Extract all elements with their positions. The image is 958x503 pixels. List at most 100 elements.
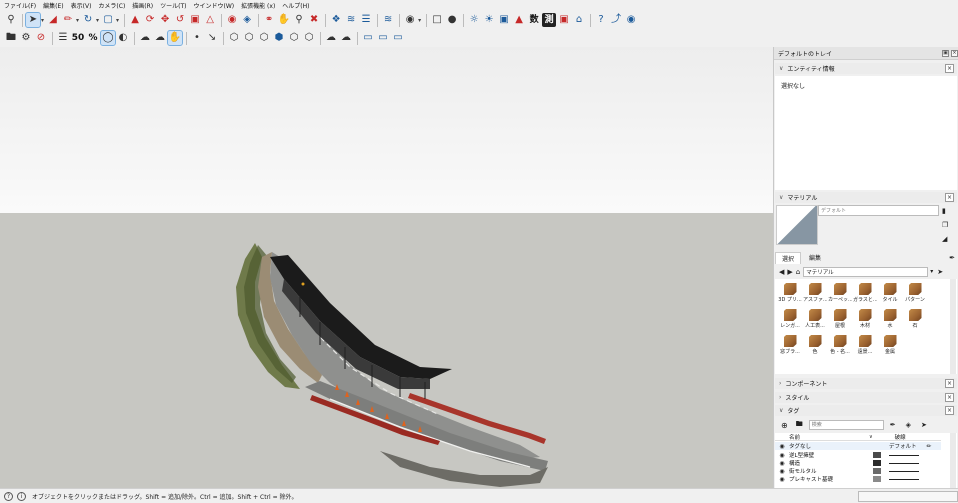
plugin-lightbulb-icon[interactable]: ☀ [482,13,496,27]
entity-info-header[interactable]: ∨ エンティティ情報 × [775,63,957,74]
materials-close-icon[interactable]: × [945,193,954,202]
plugin-export-icon[interactable]: ▲ [512,13,526,27]
eye-icon[interactable]: ◉ [775,468,789,475]
offset-icon[interactable]: △ [203,13,217,27]
menu-help[interactable]: ヘルプ(H) [282,1,309,10]
material-scrollbar[interactable] [950,279,956,374]
plugin-save-icon[interactable]: ▣ [497,13,511,27]
back-icon[interactable]: ◀ [779,268,784,276]
dash-pattern[interactable] [889,454,919,456]
follow-me-icon[interactable]: ⟳ [143,13,157,27]
tags-header[interactable]: ∨ タグ × [775,405,957,416]
extension-warehouse-icon[interactable]: ≋ [344,13,358,27]
move-icon[interactable]: ✥ [158,13,172,27]
scale-icon[interactable]: ▣ [188,13,202,27]
cloud-upload-icon[interactable]: ☁ [138,31,152,45]
material-tile[interactable]: 遠景... [853,333,877,357]
push-pull-icon[interactable]: ▲ [128,13,142,27]
chevron-down-icon[interactable]: ▾ [41,17,44,24]
hexagon-icon[interactable]: ⬡ [227,31,241,45]
pencil-icon[interactable]: ✏ [61,13,75,27]
plugin-soku-button[interactable]: 測 [542,13,557,27]
cloud-download-icon[interactable]: ☁ [153,31,167,45]
tab-select[interactable]: 選択 [775,251,802,264]
material-tile[interactable]: パターン [903,281,927,305]
material-tile[interactable]: 木材 [853,307,877,331]
hexagon-ring-icon[interactable]: ⬡ [302,31,316,45]
plugin-globe-icon[interactable]: ☼ [467,13,481,27]
tag-row[interactable]: ◉ タグなし デフォルト ✏ [775,442,941,450]
zoom-tool-icon[interactable]: ⚲ [292,13,306,27]
pencil-icon[interactable]: ✏ [927,443,932,450]
select-arrow-icon[interactable]: ➤ [25,12,41,28]
tags-close-icon[interactable]: × [945,406,954,415]
menu-tools[interactable]: ツール(T) [160,1,186,10]
menu-view[interactable]: 表示(V) [71,1,92,10]
orbit-icon[interactable]: ⚭ [262,13,276,27]
col-name[interactable]: 名前 [789,433,869,441]
rectangle-icon[interactable]: ▢ [101,13,115,27]
material-tile[interactable]: カーペッ... [828,281,852,305]
paint-bucket-icon[interactable]: ◈ [240,13,254,27]
hexagon-alt-icon[interactable]: ⬡ [257,31,271,45]
add-tag-icon[interactable]: ⊕ [781,421,788,430]
paint-icon[interactable]: ▮ [942,207,946,215]
hexagon-outline-icon[interactable]: ⬡ [242,31,256,45]
cloud-alt-icon[interactable]: ☁ [339,31,353,45]
tab-edit[interactable]: 編集 [803,252,827,263]
menu-window[interactable]: ウインドウ(W) [194,1,235,10]
fifty-icon[interactable]: 50 [71,31,85,45]
chevron-down-icon[interactable]: ▾ [930,268,933,275]
corner-icon[interactable]: ◢ [942,235,947,243]
eyedropper-icon[interactable]: ✒ [949,254,955,262]
layout-icon[interactable]: ☰ [359,13,373,27]
add-folder-icon[interactable]: 🖿 [796,420,803,431]
half-circle-icon[interactable]: ◐ [116,31,130,45]
rotate-icon[interactable]: ↺ [173,13,187,27]
tag-color-icon[interactable]: ◈ [906,421,911,429]
material-tile[interactable]: レンガ... [778,307,802,331]
menu-draw[interactable]: 描画(R) [132,1,153,10]
chevron-down-icon[interactable]: ▾ [76,17,79,24]
eye-icon[interactable]: ◉ [775,476,789,483]
chevron-down-icon[interactable]: ▾ [418,17,421,24]
eye-icon[interactable]: ◉ [775,452,789,459]
col-dash[interactable]: 破線 [895,433,906,441]
material-tile[interactable]: 3D プリ... [778,281,802,305]
section-cut-icon[interactable]: ▭ [391,31,405,45]
pan-icon[interactable]: ✋ [277,13,291,27]
plugin-home-icon[interactable]: ⌂ [572,13,586,27]
eraser-icon[interactable]: ◢ [46,13,60,27]
hexagon-dots-icon[interactable]: ⬡ [287,31,301,45]
details-arrow-icon[interactable]: ➤ [937,268,943,276]
info-icon[interactable]: i [17,491,26,501]
material-tile[interactable]: 人工表... [803,307,827,331]
components-close-icon[interactable]: × [945,379,954,388]
layers-icon[interactable]: ☰ [56,31,70,45]
menu-camera[interactable]: カメラ(C) [98,1,125,10]
dash-pattern[interactable] [889,462,919,464]
entity-info-close-icon[interactable]: × [945,64,954,73]
point-cloud-model[interactable] [0,47,773,488]
material-tile[interactable]: 水 [878,307,902,331]
user-icon[interactable]: ● [445,13,459,27]
measurements-box[interactable] [858,491,958,502]
home-icon[interactable]: ⌂ [796,268,800,276]
plugin-suu-button[interactable]: 数 [527,13,541,27]
tape-measure-icon[interactable]: ◉ [225,13,239,27]
styles-header[interactable]: › スタイル × [775,392,957,403]
forward-icon[interactable]: ▶ [787,268,792,276]
material-tile[interactable]: 色 - 名... [828,333,852,357]
section-plane-icon[interactable]: ▭ [361,31,375,45]
arc-icon[interactable]: ↻ [81,13,95,27]
zoom-icon[interactable]: ⚲ [4,13,18,27]
tags-scrollbar[interactable] [950,433,956,488]
menu-file[interactable]: ファイル(F) [4,1,36,10]
cancel-circle-icon[interactable]: ⊘ [34,31,48,45]
material-tile[interactable]: 石 [903,307,927,331]
material-tile[interactable]: アスファ... [803,281,827,305]
eye-icon[interactable]: ◉ [775,460,789,467]
menu-extensions[interactable]: 拡張機能 (x) [241,1,275,10]
material-tile[interactable]: 窓ブラ... [778,333,802,357]
menu-edit[interactable]: 編集(E) [43,1,63,10]
